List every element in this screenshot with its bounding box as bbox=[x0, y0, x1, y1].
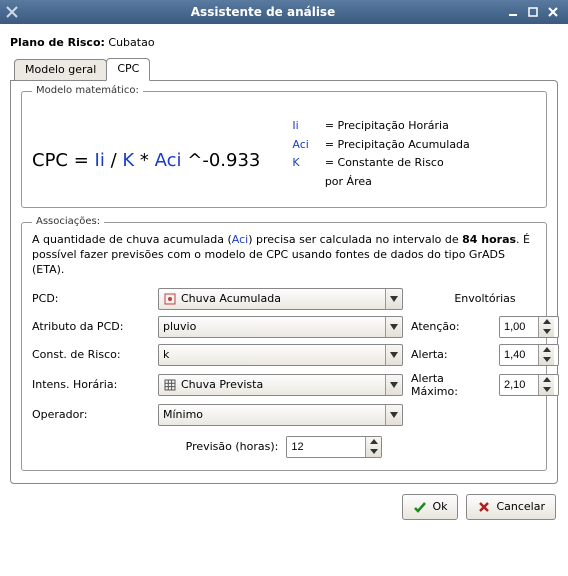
fieldset-math-legend: Modelo matemático: bbox=[32, 85, 143, 96]
assoc-description: A quantidade de chuva acumulada (Aci) pr… bbox=[32, 233, 536, 278]
cancel-button[interactable]: Cancelar bbox=[466, 494, 556, 520]
label-alerta-max: Alerta Máximo: bbox=[411, 372, 491, 398]
formula-text: CPC = Ii / K * Aci ^-0.933 bbox=[32, 116, 260, 195]
legend-k-label: K bbox=[292, 155, 316, 172]
spin-up-icon[interactable] bbox=[539, 317, 554, 327]
tab-strip: Modelo geral CPC bbox=[10, 57, 558, 80]
tab-cpc[interactable]: CPC bbox=[106, 58, 150, 81]
button-bar: Ok Cancelar bbox=[10, 484, 558, 530]
sensor-icon bbox=[163, 292, 177, 306]
spin-up-icon[interactable] bbox=[539, 375, 554, 385]
minimize-button[interactable] bbox=[504, 4, 522, 20]
spin-down-icon[interactable] bbox=[539, 385, 554, 395]
legend-k-desc2: por Área bbox=[325, 174, 470, 191]
risk-plan-value: Cubatao bbox=[108, 36, 154, 49]
combo-pcd-text: Chuva Acumulada bbox=[181, 292, 381, 305]
label-operator: Operador: bbox=[32, 408, 150, 421]
spin-alerta[interactable] bbox=[499, 344, 559, 366]
legend-li-label: Ii bbox=[292, 118, 316, 135]
spin-atencao-input[interactable] bbox=[500, 317, 538, 337]
tab-general[interactable]: Modelo geral bbox=[14, 59, 107, 80]
combo-operator-text: Mínimo bbox=[163, 408, 381, 421]
close-button[interactable] bbox=[544, 4, 562, 20]
dropdown-icon[interactable] bbox=[385, 317, 401, 337]
window-title: Assistente de análise bbox=[24, 5, 502, 19]
dropdown-icon[interactable] bbox=[385, 289, 401, 309]
combo-attr[interactable]: pluvio bbox=[158, 316, 403, 338]
cancel-button-label: Cancelar bbox=[496, 500, 545, 513]
label-intens: Intens. Horária: bbox=[32, 378, 150, 391]
combo-attr-text: pluvio bbox=[163, 320, 381, 333]
combo-intens[interactable]: Chuva Prevista bbox=[158, 374, 403, 396]
formula-aci: Aci bbox=[155, 150, 182, 171]
label-const: Const. de Risco: bbox=[32, 348, 150, 361]
fieldset-math: Modelo matemático: CPC = Ii / K * Aci ^-… bbox=[21, 91, 547, 208]
spin-down-icon[interactable] bbox=[539, 327, 554, 337]
spin-atencao[interactable] bbox=[499, 316, 559, 338]
legend-aci-desc: = Precipitação Acumulada bbox=[325, 137, 470, 154]
tab-container: Modelo geral CPC Modelo matemático: CPC … bbox=[10, 57, 558, 484]
spin-previsao-input[interactable] bbox=[287, 437, 365, 457]
env-header: Envoltórias bbox=[411, 292, 559, 305]
check-icon bbox=[413, 500, 427, 514]
spin-alerta-max[interactable] bbox=[499, 374, 559, 396]
legend-aci-label: Aci bbox=[292, 137, 316, 154]
spin-alerta-input[interactable] bbox=[500, 345, 538, 365]
cancel-icon bbox=[477, 500, 491, 514]
label-previsao: Previsão (horas): bbox=[186, 440, 279, 453]
label-atencao: Atenção: bbox=[411, 320, 491, 333]
spin-down-icon[interactable] bbox=[539, 355, 554, 365]
dropdown-icon[interactable] bbox=[385, 375, 401, 395]
dropdown-icon[interactable] bbox=[385, 345, 401, 365]
formula-exp: ^-0.933 bbox=[182, 150, 261, 171]
label-attr: Atributo da PCD: bbox=[32, 320, 150, 333]
legend-li-desc: = Precipitação Horária bbox=[325, 118, 470, 135]
combo-const[interactable]: k bbox=[158, 344, 403, 366]
assoc-form-grid: PCD: Chuva Acumulada Envoltórias Atribut… bbox=[32, 288, 536, 426]
combo-operator[interactable]: Mínimo bbox=[158, 404, 403, 426]
maximize-button[interactable] bbox=[524, 4, 542, 20]
formula-prefix: CPC = bbox=[32, 150, 95, 171]
client-area: Plano de Risco: Cubatao Modelo geral CPC… bbox=[0, 24, 568, 576]
formula-k: K bbox=[122, 150, 134, 171]
legend-k-desc: = Constante de Risco bbox=[325, 155, 470, 172]
fieldset-assoc: Associações: A quantidade de chuva acumu… bbox=[21, 222, 547, 471]
app-icon bbox=[4, 4, 20, 20]
formula-sep2: * bbox=[134, 150, 154, 171]
label-pcd: PCD: bbox=[32, 292, 150, 305]
grid-icon bbox=[163, 378, 177, 392]
formula-li: Ii bbox=[95, 150, 105, 171]
ok-button-label: Ok bbox=[432, 500, 447, 513]
label-alerta: Alerta: bbox=[411, 348, 491, 361]
formula-sep1: / bbox=[105, 150, 123, 171]
risk-plan-label: Plano de Risco: bbox=[10, 36, 105, 49]
tab-panel-cpc: Modelo matemático: CPC = Ii / K * Aci ^-… bbox=[10, 80, 558, 484]
fieldset-assoc-legend: Associações: bbox=[32, 216, 104, 227]
combo-const-text: k bbox=[163, 348, 381, 361]
spin-previsao[interactable] bbox=[286, 436, 382, 458]
combo-intens-text: Chuva Prevista bbox=[181, 378, 381, 391]
previsao-row: Previsão (horas): bbox=[32, 436, 536, 458]
spin-up-icon[interactable] bbox=[539, 345, 554, 355]
dropdown-icon[interactable] bbox=[385, 405, 401, 425]
titlebar: Assistente de análise bbox=[0, 0, 568, 24]
formula-legend-table: Ii = Precipitação Horária Aci = Precipitaç… bbox=[290, 116, 471, 192]
ok-button[interactable]: Ok bbox=[402, 494, 458, 520]
spin-down-icon[interactable] bbox=[366, 447, 381, 457]
spin-up-icon[interactable] bbox=[366, 437, 381, 447]
spin-alerta-max-input[interactable] bbox=[500, 375, 538, 395]
risk-plan-line: Plano de Risco: Cubatao bbox=[10, 36, 558, 49]
combo-pcd[interactable]: Chuva Acumulada bbox=[158, 288, 403, 310]
